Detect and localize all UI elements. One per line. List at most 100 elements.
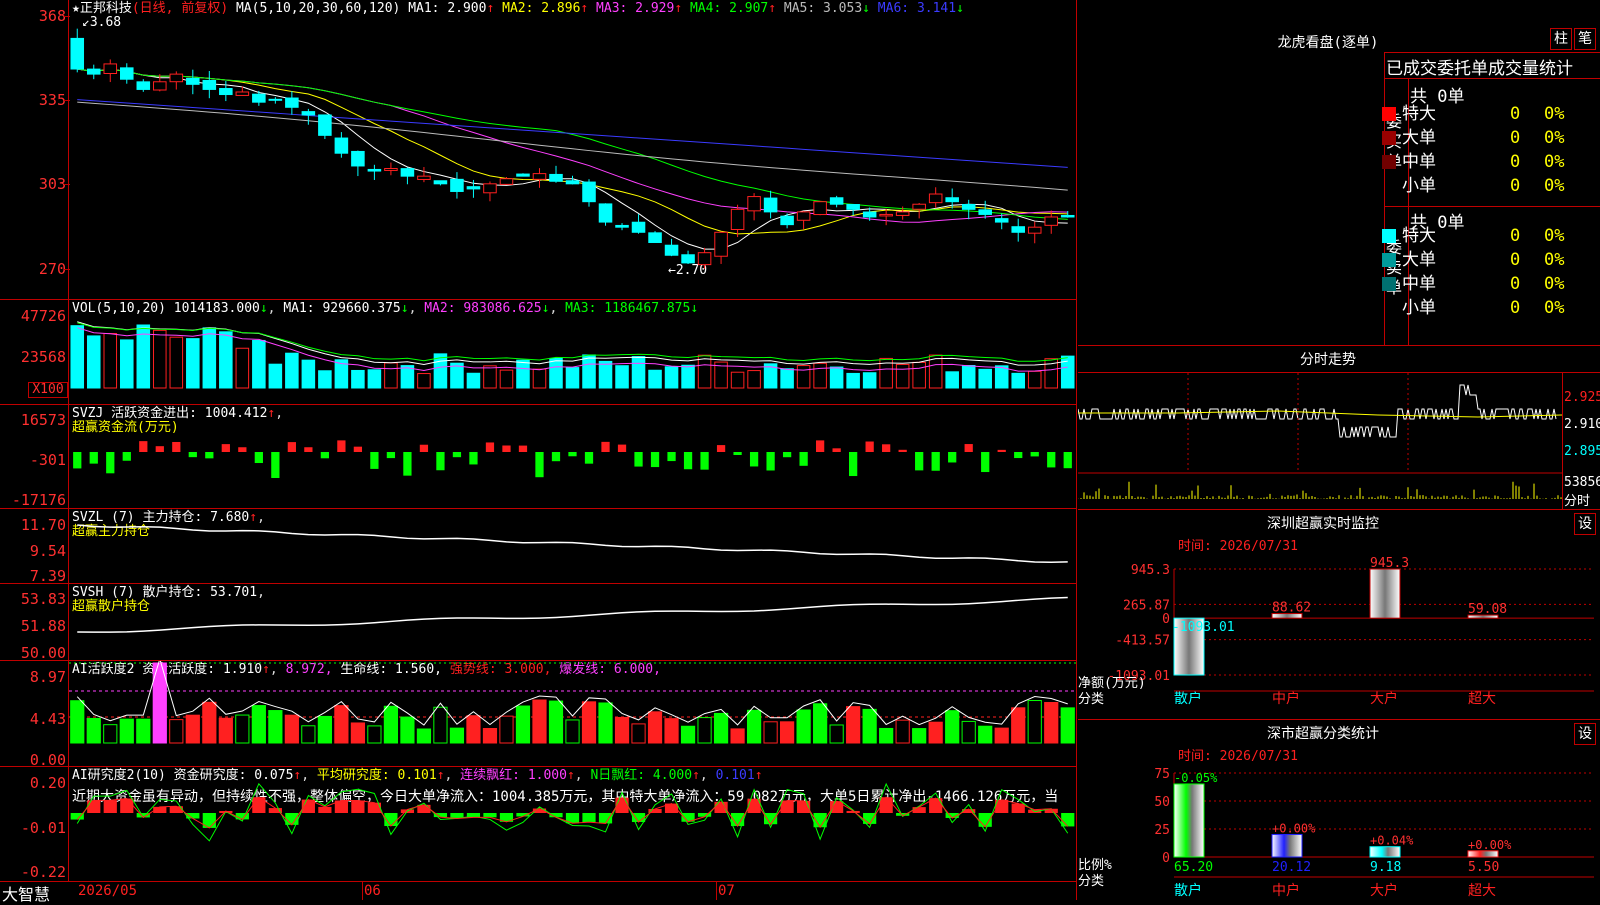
classify-axis-label: 50 [1154, 795, 1170, 810]
candle-body [516, 173, 530, 177]
intraday-panel[interactable]: 分时走势 2.925 2.910 2.895 53856 分时 [1078, 345, 1600, 509]
candle-body [1011, 226, 1025, 233]
candle-body [961, 203, 976, 210]
retail-holding-line [77, 596, 1068, 633]
order-count: 0 [1510, 226, 1521, 246]
activity-line [76, 661, 1068, 726]
net-amount-bar-chart[interactable]: 945.3265.870-413.57-1093.01净额(万元)分类-1093… [1078, 549, 1600, 719]
ratio-change-label: +0.00% [1468, 838, 1512, 852]
volume-bar [384, 362, 398, 389]
color-swatch [1382, 155, 1396, 169]
category-label: 大户 [1370, 882, 1398, 899]
intraday-price-label: 2.895 [1564, 444, 1600, 459]
order-row: 小单 [1382, 176, 1436, 196]
ma-value: MA3: 2.929↑ [588, 1, 683, 16]
activity-bar [763, 721, 778, 744]
bar-view-button[interactable]: 柱 [1550, 28, 1572, 50]
candle-body [714, 231, 728, 257]
candle-body [86, 68, 101, 75]
retail-holding-chart[interactable] [69, 584, 1076, 660]
volume-bar [235, 347, 250, 389]
activity-bar [532, 699, 547, 744]
activity-bar [796, 709, 811, 744]
order-percent: 0% [1544, 104, 1565, 124]
activity-bar [1027, 700, 1042, 744]
candle-body [219, 88, 233, 96]
order-percent: 0% [1544, 226, 1565, 246]
order-count: 0 [1510, 274, 1521, 294]
flow-bar [915, 452, 924, 471]
volume-bar [846, 372, 860, 389]
monitor-settings-button[interactable]: 设 [1574, 513, 1596, 535]
activity-bar [515, 705, 531, 744]
ma-value: MA6: 3.141↓ [869, 1, 964, 16]
candle-body [862, 211, 877, 218]
tick-view-button[interactable]: 笔 [1574, 28, 1596, 50]
fund-flow-chart[interactable] [69, 405, 1076, 508]
vol-axis-label: 47726 [20, 307, 66, 325]
color-swatch [1382, 131, 1396, 145]
flow-bar [271, 452, 280, 479]
volume-chart[interactable] [69, 316, 1076, 404]
candle-body [697, 252, 712, 266]
ma-value: MA5: 3.053↓ [776, 1, 870, 16]
order-percent: 0% [1544, 128, 1565, 148]
activity-bar [879, 727, 894, 744]
ratio-bar [1271, 833, 1303, 858]
main-chart-area[interactable]: 368 335 303 270 ★正邦科技(日线, 前复权) MA(5,10,2… [0, 0, 1077, 904]
active-axis-label: 4.43 [29, 710, 66, 728]
flow-bar [518, 445, 528, 452]
candle-body [351, 150, 365, 167]
net-amount-label: -1093.01 [1172, 620, 1235, 635]
candle-body [912, 203, 926, 210]
activity-bar [119, 718, 134, 744]
fund-activity-chart[interactable] [69, 661, 1076, 766]
svzj-axis-label: -301 [29, 451, 66, 469]
intraday-chart[interactable] [1078, 373, 1562, 508]
volume-bar [450, 362, 464, 389]
ma-values: MA1: 2.900↑ MA2: 2.896↑ MA3: 2.929↑ MA4:… [408, 1, 964, 16]
activity-bar [350, 722, 365, 744]
main-holding-chart[interactable] [69, 509, 1076, 583]
activity-bar [846, 706, 861, 744]
volume-bar [202, 327, 217, 389]
volume-bar [796, 365, 811, 389]
candle-body [615, 224, 629, 228]
volume-bar [103, 333, 118, 389]
svzl-axis-label: 7.39 [29, 567, 66, 585]
research-bar [103, 800, 117, 813]
flow-bar [188, 452, 197, 458]
candlestick-chart[interactable] [69, 16, 1076, 298]
candle-body [796, 211, 811, 221]
color-swatch [1382, 277, 1396, 291]
chart-mode[interactable]: (日线, 前复权) [132, 1, 228, 16]
flow-bar [436, 452, 445, 471]
volume-bar [598, 360, 613, 389]
activity-bar [86, 717, 101, 744]
activity-bar [961, 720, 976, 744]
candle-body [1044, 216, 1059, 226]
candle-body [598, 203, 613, 223]
flow-bar [832, 448, 841, 452]
candle-body [747, 196, 761, 212]
candle-body [252, 93, 266, 103]
intraday-title: 分时走势 [1300, 352, 1356, 368]
activity-bar [433, 706, 448, 744]
classify-settings-button[interactable]: 设 [1574, 723, 1596, 745]
ma-label: MA(5,10,20,30,60,120) [235, 1, 401, 16]
order-percent: 0% [1544, 152, 1565, 172]
stock-name[interactable]: 正邦科技 [80, 1, 132, 16]
star-icon[interactable]: ★ [72, 1, 80, 16]
candle-body [268, 98, 283, 101]
activity-bar [1060, 707, 1075, 744]
candle-body [367, 168, 382, 172]
order-row: 中单 [1382, 152, 1436, 172]
color-swatch [1382, 253, 1396, 267]
fund-research-chart[interactable] [69, 767, 1076, 881]
ratio-bar-chart[interactable]: 75 50 25 0 比例%分类 -0.05% 65.20 散户 +0.00% 20.12 中户 +0… [1078, 759, 1600, 900]
volume-bar [1027, 370, 1042, 389]
color-swatch [1382, 107, 1396, 121]
flow-bar [551, 452, 561, 462]
svzj-axis-label: -17176 [11, 491, 66, 509]
volume-bar [912, 361, 926, 389]
